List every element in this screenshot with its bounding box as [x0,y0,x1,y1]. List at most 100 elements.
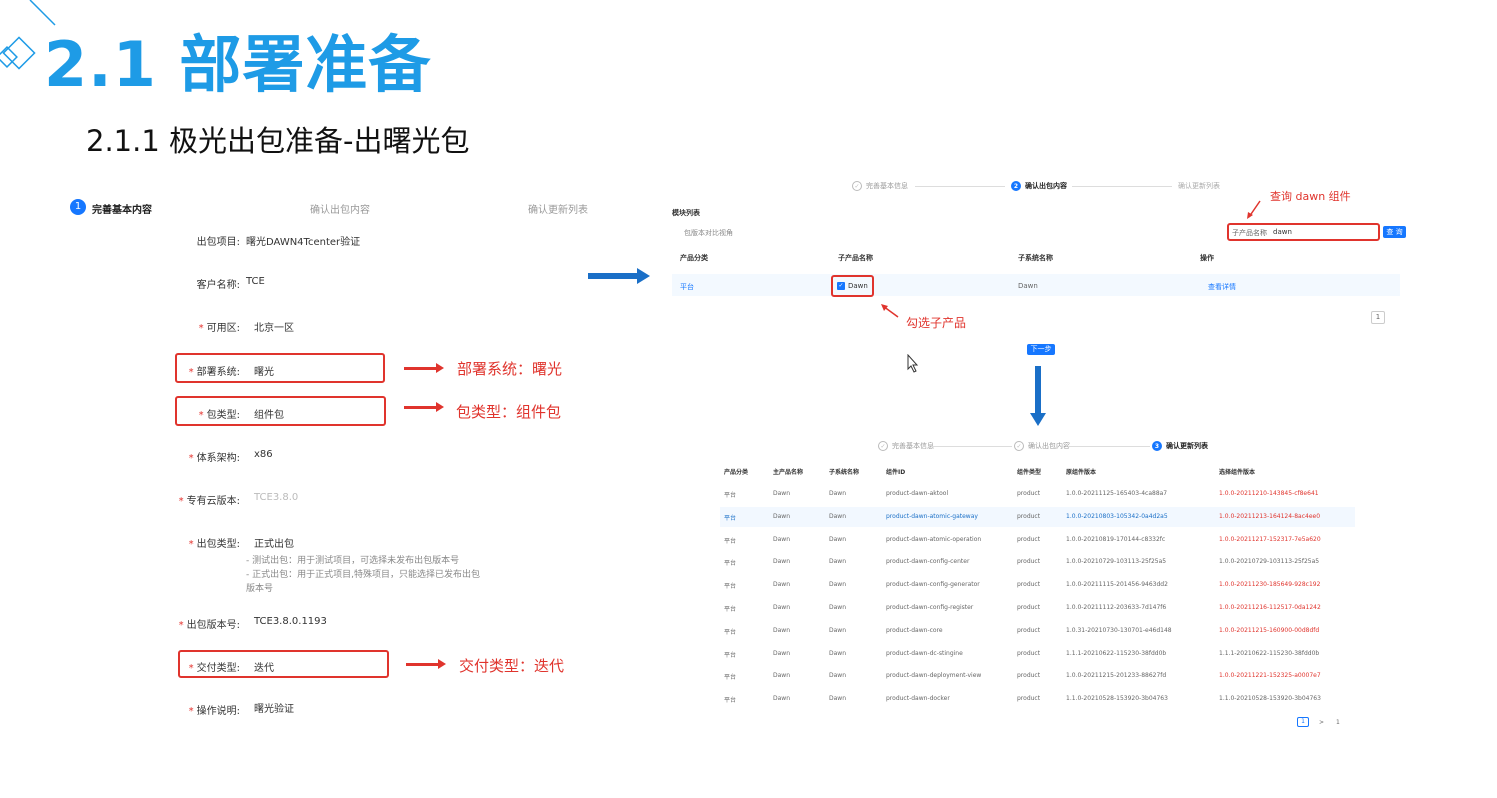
th-sub-system: 子系统名称 [829,469,860,476]
cell-component-id: product-dawn-atomic-operation [886,535,982,543]
cell-selected-version[interactable]: 1.0.0-20211213-164124-8ac4ee0 [1219,513,1320,520]
label-project: 出包项目: [196,237,240,248]
cell-main-product: Dawn [773,581,791,589]
cell-component-id: product-dawn-config-register [886,604,974,611]
check-icon[interactable]: ✓ [837,282,845,290]
cell-category: 平台 [724,606,737,613]
cell-component-type: product [1017,604,1041,611]
cell-sub-system: Dawn [829,581,847,589]
select-deploy-system[interactable]: 曙光 [254,363,274,378]
pagination-page[interactable]: 1 [1371,311,1385,324]
annotation-check-sub: 勾选子产品 [906,316,967,330]
cell-main-product: Dawn [773,626,791,634]
next-button[interactable]: 下一步 [1027,344,1055,355]
step-connector [915,186,1005,187]
cell-main-product: Dawn [773,535,791,543]
pagination-next[interactable]: > [1319,719,1324,726]
select-zone[interactable]: 北京一区 [254,319,294,334]
pagination-current[interactable]: 1 [1297,717,1309,727]
check-icon: ✓ [878,441,888,451]
cell-component-type: product [1017,626,1041,634]
select-package-type[interactable]: 组件包 [254,406,284,421]
th-action: 操作 [1200,254,1214,262]
cell-selected-version[interactable]: 1.1.1-20210622-115230-38fdd0b [1219,650,1319,657]
cell-component-id: product-dawn-atomic-gateway [886,512,978,520]
cell-component-type: product [1017,512,1041,520]
annotation-package-type: 包类型：组件包 [456,403,562,421]
cell-selected-version[interactable]: 1.0.0-20211216-112517-0da1242 [1219,604,1321,611]
cell-selected-version[interactable]: 1.1.0-20210528-153920-3b04763 [1219,695,1321,702]
arrow-right-icon [404,363,444,373]
cell-sub-system: Dawn [829,672,847,680]
cell-original-version: 1.0.0-20210729-103113-25f25a5 [1066,558,1167,566]
cell-component-type: product [1017,649,1041,657]
cell-sub-product: Dawn [848,282,868,290]
cell-component-type: product [1017,581,1041,589]
cell-main-product: Dawn [773,695,791,703]
step-1-badge: 1 [70,199,86,215]
cell-main-product: Dawn [773,558,791,566]
cell-selected-version[interactable]: 1.0.0-20211215-160900-00d8dfd [1219,627,1319,634]
search-input[interactable]: dawn [1273,228,1292,236]
label-cloud-version: * 专有云版本: [178,496,240,507]
cell-original-version: 1.0.0-20210819-170144-c8332fc [1066,535,1166,543]
cell-selected-version[interactable]: 1.0.0-20211210-143845-cf8e641 [1219,490,1319,497]
cell-selected-version[interactable]: 1.0.0-20211230-185649-928c192 [1219,581,1320,588]
th-sub-system: 子系统名称 [1018,254,1053,262]
view-details-link[interactable]: 查看详情 [1208,282,1236,292]
cell-component-id: product-dawn-dc-stingine [886,649,963,657]
step-3-label: 确认更新列表 [528,205,588,216]
top-step-1: ✓ 完善基本信息 [852,181,908,191]
cell-category: 平台 [724,651,737,659]
slide-title: 2.1 部署准备 [44,28,432,101]
cell-component-type: product [1017,558,1041,566]
cell-main-product: Dawn [773,512,791,520]
cell-sub-system: Dawn [829,695,847,703]
label-delivery-type: * 交付类型: [188,663,240,674]
search-button[interactable]: 查 询 [1383,226,1406,238]
cell-main-product: Dawn [773,672,791,680]
cell-original-version: 1.0.0-20210803-105342-0a4d2a5 [1066,512,1168,520]
cell-selected-version[interactable]: 1.0.0-20211217-152317-7e5a620 [1219,536,1321,543]
select-cloud-version[interactable]: TCE3.8.0 [254,492,298,503]
label-release-type: * 出包类型: [188,539,240,550]
compare-view-tab[interactable]: 包版本对比视角 [684,228,733,238]
label-op-desc: * 操作说明: [188,706,240,717]
arrow-down-icon [1030,366,1046,426]
cell-selected-version[interactable]: 1.0.0-20210729-103113-25f25a5 [1219,558,1319,565]
input-op-desc[interactable]: 曙光验证 [254,700,294,715]
label-release-version: * 出包版本号: [178,620,240,631]
cell-category: 平台 [724,628,737,636]
bottom-step-1: ✓ 完善基本信息 [878,441,934,451]
cell-component-id: product-dawn-core [886,626,943,634]
select-release-type[interactable]: 正式出包 [254,535,294,550]
top-step-3: 确认更新列表 [1178,182,1220,190]
step-connector [932,446,1012,447]
cell-sub-system: Dawn [829,558,847,566]
step-connector [1068,446,1150,447]
cell-original-version: 1.0.0-20211125-165403-4ca88a7 [1066,490,1168,497]
select-release-version[interactable]: TCE3.8.0.1193 [254,616,327,627]
cell-component-id: product-dawn-aktool [886,490,949,497]
cell-component-id: product-dawn-docker [886,695,950,703]
cell-sub-system: Dawn [829,535,847,543]
label-arch: * 体系架构: [188,453,240,464]
module-list-title: 模块列表 [672,209,700,217]
pagination-page[interactable]: 1 [1336,719,1340,726]
arrow-up-left-icon [881,304,899,318]
cell-main-product: Dawn [773,649,791,657]
cell-original-version: 1.0.0-20211115-201456-9463dd2 [1066,581,1168,589]
th-selected-version: 选择组件版本 [1219,469,1256,476]
cell-component-type: product [1017,695,1041,703]
value-project[interactable]: 曙光DAWN4Tcenter验证 [246,233,360,248]
th-main-product: 主产品名称 [773,469,804,476]
value-arch[interactable]: x86 [254,449,273,460]
cell-component-type: product [1017,672,1041,680]
step-connector [1072,186,1172,187]
value-customer[interactable]: TCE [246,276,265,287]
select-delivery-type[interactable]: 迭代 [254,659,274,674]
th-category: 产品分类 [724,469,749,476]
cell-selected-version[interactable]: 1.0.0-20211221-152325-a0007e7 [1219,672,1321,679]
release-hint-3: 版本号 [246,584,274,594]
cell-original-version: 1.1.0-20210528-153920-3b04763 [1066,695,1168,703]
